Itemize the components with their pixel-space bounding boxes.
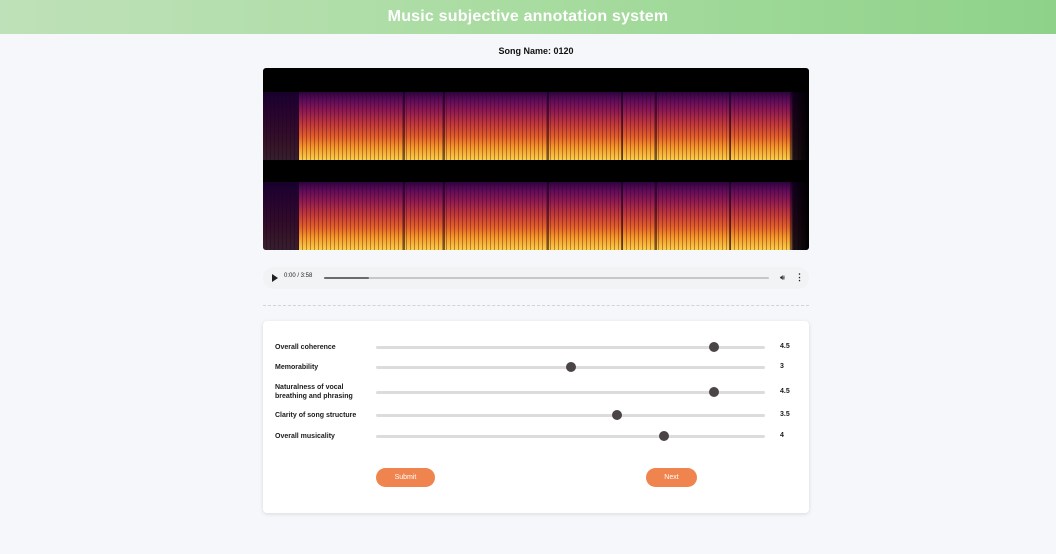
rating-value: 4.5 (780, 343, 790, 350)
play-icon[interactable] (272, 274, 278, 282)
rating-label: Overall musicality (275, 433, 335, 440)
rating-label: Memorability (275, 364, 319, 371)
rating-value: 4 (780, 432, 784, 439)
seek-bar[interactable] (324, 277, 769, 279)
rating-slider-naturalness[interactable] (376, 387, 765, 397)
app-header: Music subjective annotation system (0, 0, 1056, 34)
rating-card: Overall coherence 4.5 Memorability 3 Nat… (263, 321, 809, 513)
rating-slider-overall-coherence[interactable] (376, 342, 765, 352)
more-options-icon[interactable]: ⋮ (795, 271, 804, 283)
rating-label: Overall coherence (275, 344, 336, 351)
audio-time: 0:00 / 3:58 (284, 273, 313, 279)
section-divider (263, 305, 809, 306)
rating-slider-memorability[interactable] (376, 362, 765, 372)
spectrogram-channel-right (263, 182, 809, 250)
slider-thumb[interactable] (709, 387, 720, 397)
spectrogram-gap (655, 182, 657, 250)
spectrogram-gap (655, 92, 657, 160)
spectrogram-image (263, 68, 809, 250)
spectrogram-gap (621, 92, 623, 160)
audio-player[interactable]: 0:00 / 3:58 🔊︎ ⋮ (263, 267, 809, 289)
slider-thumb[interactable] (658, 431, 669, 441)
spectrogram-gap (547, 182, 549, 250)
spectrogram-gap (621, 182, 623, 250)
rating-value: 3 (780, 363, 784, 370)
spectrogram-gap (443, 92, 445, 160)
spectrogram-gap (403, 92, 405, 160)
rating-value: 4.5 (780, 388, 790, 395)
rating-label: Clarity of song structure (275, 412, 357, 419)
spectrogram-gap (443, 182, 445, 250)
spectrogram-channel-left (263, 92, 809, 160)
rating-slider-overall-musicality[interactable] (376, 431, 765, 441)
spectrogram-gap (729, 92, 731, 160)
seek-buffered (324, 277, 369, 279)
spectrogram-gap (403, 182, 405, 250)
slider-thumb[interactable] (709, 342, 720, 352)
spectrogram-gap (729, 182, 731, 250)
submit-button[interactable]: Submit (376, 468, 435, 487)
volume-icon[interactable]: 🔊︎ (780, 272, 785, 284)
next-button[interactable]: Next (646, 468, 697, 487)
rating-label: Naturalness of vocal breathing and phras… (275, 384, 353, 400)
slider-thumb[interactable] (612, 410, 623, 420)
spectrogram-gap (547, 92, 549, 160)
slider-thumb[interactable] (565, 362, 576, 372)
app-title: Music subjective annotation system (387, 8, 669, 25)
rating-slider-clarity[interactable] (376, 410, 765, 420)
song-name-label: Song Name: 0120 (498, 46, 574, 56)
rating-value: 3.5 (780, 411, 790, 418)
